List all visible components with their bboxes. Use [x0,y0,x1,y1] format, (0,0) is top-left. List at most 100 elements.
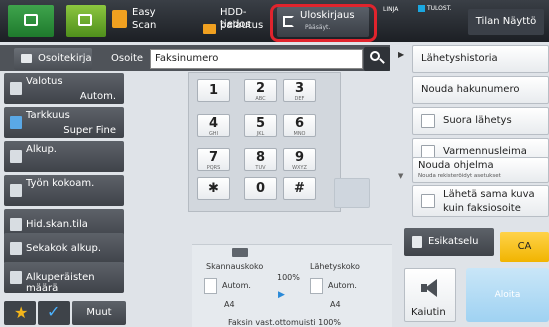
address-book-button[interactable]: Osoitekirja [14,48,92,70]
status-display-button[interactable]: Tilan Näyttö [468,9,544,35]
arrow-right-icon: ▶ [278,290,285,300]
speaker-button[interactable]: Kaiutin [404,268,456,322]
collapse-arrow-icon[interactable]: ▶ [398,50,406,62]
keypad-key-letters: PQRS [206,165,221,171]
hdd-label-2: palautus [220,20,264,31]
fax-number-input[interactable]: Faksinumero [150,49,363,69]
send-size-auto[interactable]: Autom. [328,281,357,290]
home-button[interactable] [8,5,54,37]
exposure-label: Valotus [26,76,63,87]
send-size-label: Lähetyskoko [310,262,360,271]
easy-scan-label-1: Easy [132,7,156,18]
check-icon: ✓ [47,302,61,321]
start-button[interactable]: Aloita [466,268,549,322]
send-history-button[interactable]: Lähetyshistoria [412,45,549,73]
send-same-image-label-2: kuin faksiosoite [443,203,521,214]
keypad-key-digit: 4 [208,116,219,131]
home-icon [24,14,38,26]
hdd-restore-button[interactable]: HDD-tiedos palautus [200,4,270,40]
keypad-key[interactable]: 6 MNO [283,114,316,137]
resolution-button[interactable]: Tarkkuus Super Fine [4,107,124,138]
address-book-icon [21,54,32,63]
keypad-key-digit: 1 [208,83,219,98]
scan-paper-size: A4 [224,300,235,309]
retrieve-program-label: Nouda ohjelma [418,160,494,171]
exposure-button[interactable]: Valotus Autom. [4,73,124,104]
send-settings-panel: Skannauskoko Lähetyskoko Autom. 100% ▶ A… [192,244,392,327]
scroll-down-icon[interactable]: ▼ [398,172,408,182]
easy-scan-button[interactable]: Easy Scan [112,4,172,40]
keypad-key[interactable]: 3 DEF [283,79,316,102]
keypad-key-digit: 5 [255,116,266,131]
keypad-key-letters: JKL [256,131,265,137]
scanner-icon [232,248,248,257]
app-shortcut-button[interactable] [66,5,106,37]
keypad-key-digit: 8 [255,150,266,165]
keypad-key[interactable]: 1 [197,79,230,102]
send-paper-icon [310,278,323,294]
direct-send-checkbox[interactable] [421,114,435,128]
keypad-side-button[interactable] [334,178,370,208]
preview-label: Esikatselu [428,236,479,247]
preview-icon [412,236,422,248]
keypad-key-letters: ABC [255,96,266,102]
resolution-label: Tarkkuus [26,110,70,121]
keypad-key[interactable]: 9 WXYZ [283,148,316,171]
original-count-icon [10,271,22,284]
original-button[interactable]: Alkup. [4,141,124,172]
send-same-image-label-1: Lähetä sama kuva [443,189,535,200]
star-icon: ★ [14,303,29,322]
search-button[interactable] [364,47,390,71]
others-button[interactable]: Muut [72,301,126,325]
mixed-size-icon [10,242,22,255]
keypad-key[interactable]: 5 JKL [244,114,277,137]
keypad-key-letters: MNO [293,131,306,137]
keypad-key[interactable]: ✱ [197,177,230,200]
original-count-button[interactable]: Alkuperäisten määrä [4,262,124,294]
mixed-size-label: Sekakok alkup. [26,243,102,254]
keypad-key[interactable]: 7 PQRS [197,148,230,171]
folder-icon [203,24,216,34]
easy-scan-label-2: Scan [132,20,157,31]
mixed-size-button[interactable]: Sekakok alkup. [4,233,124,264]
keypad-key-digit: # [294,181,305,196]
app-icon [78,14,92,26]
keypad-key-digit: 0 [255,181,266,196]
keypad-key[interactable]: 0 [244,177,277,200]
keypad-key[interactable]: 4 GHI [197,114,230,137]
original-count-label: Alkuperäisten määrä [26,272,95,294]
send-same-image-button[interactable]: Lähetä sama kuva kuin faksiosoite [412,185,549,217]
linja-indicator: LINJA [383,6,399,13]
keypad-key-digit: 2 [255,81,266,96]
scan-size-auto[interactable]: Autom. [222,281,251,290]
slow-scan-label: Hid.skan.tila [26,219,88,230]
clear-all-button[interactable]: CA [500,232,549,262]
direct-send-label: Suora lähetys [443,115,512,126]
keypad-key-digit: 9 [294,150,305,165]
keypad-key-digit: ✱ [208,181,219,196]
resolution-icon [10,116,22,129]
keypad-key-letters: DEF [294,96,305,102]
keypad-key[interactable]: 8 TUV [244,148,277,171]
job-build-button[interactable]: Työn kokoam. [4,175,124,206]
keypad-key[interactable]: # [283,177,316,200]
send-paper-size: A4 [330,300,341,309]
preview-button[interactable]: Esikatselu [404,228,494,256]
direct-send-button[interactable]: Suora lähetys [412,107,549,135]
slow-scan-icon [10,218,22,231]
send-same-image-checkbox[interactable] [421,194,435,208]
check-button[interactable]: ✓ [38,301,70,325]
tulost-indicator: TULOST. [418,4,452,13]
address-book-label: Osoitekirja [38,53,92,64]
retrieve-program-button[interactable]: Nouda ohjelma Nouda rekisteröidyt asetuk… [412,157,549,183]
keypad-key-letters: GHI [208,131,219,137]
keypad-key-digit: 7 [208,150,219,165]
retrieve-speed-dial-button[interactable]: Nouda hakunumero [412,76,549,104]
print-status-icon [418,5,425,12]
keypad-key-letters: WXYZ [292,165,307,171]
speaker-label: Kaiutin [411,307,446,318]
job-build-label: Työn kokoam. [26,178,95,189]
keypad-key[interactable]: 2 ABC [244,79,277,102]
favorite-button[interactable]: ★ [4,301,36,325]
keypad-key-digit: 6 [294,116,305,131]
